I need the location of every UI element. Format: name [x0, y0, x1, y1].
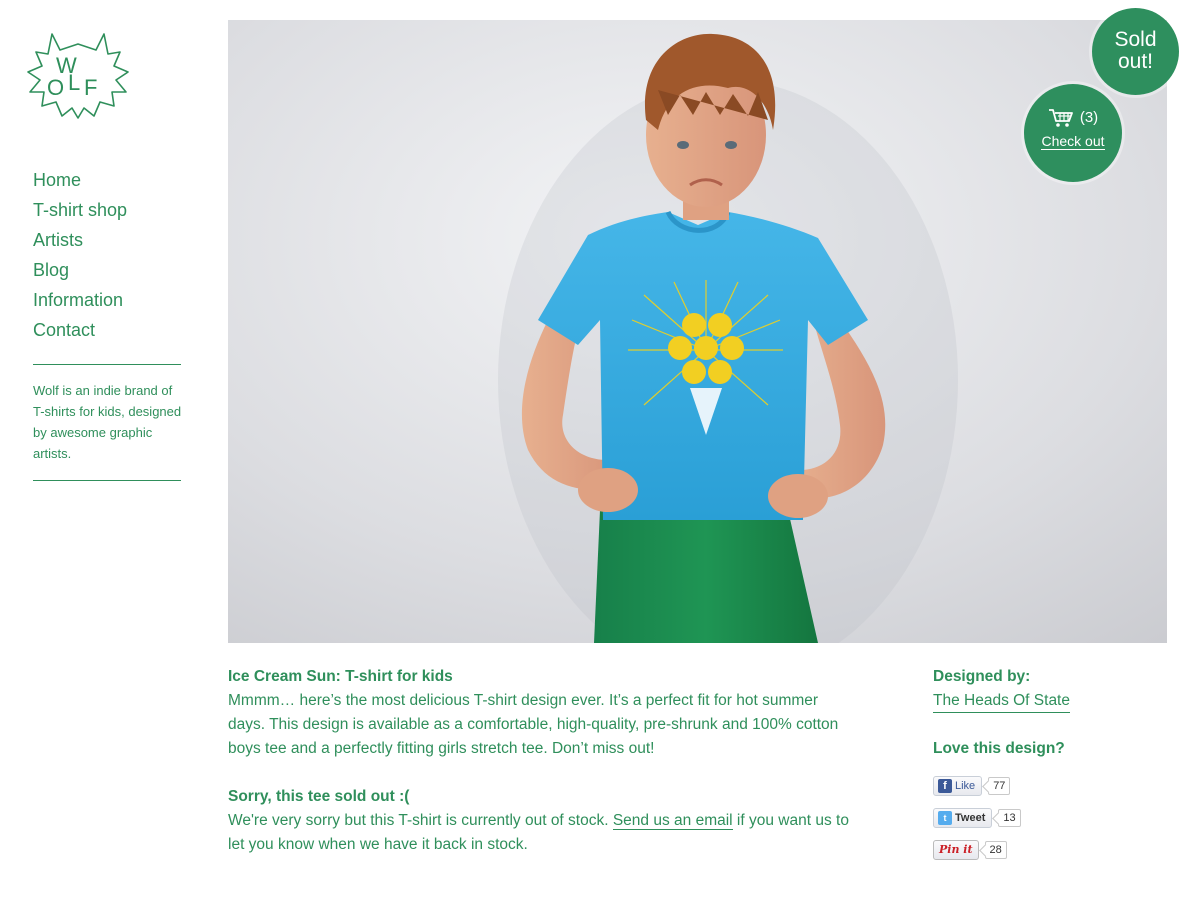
tweet-label: Tweet: [955, 812, 986, 824]
sidebar-divider-bottom: [33, 480, 181, 481]
like-count-value: 77: [993, 780, 1006, 792]
nav-item-tshirt-shop[interactable]: T-shirt shop: [33, 195, 127, 225]
designed-by-label: Designed by:: [933, 668, 1031, 685]
nav-item-home[interactable]: Home: [33, 165, 81, 195]
pin-it-button[interactable]: Pin it: [933, 840, 979, 860]
nav-item-contact[interactable]: Contact: [33, 315, 95, 345]
nav-item-blog[interactable]: Blog: [33, 255, 69, 285]
tweet-button[interactable]: t Tweet: [933, 808, 993, 828]
wolf-logo[interactable]: W O L F: [22, 28, 134, 122]
facebook-like-row: f Like 77: [933, 775, 1163, 797]
shopping-cart-icon: [1048, 109, 1073, 127]
main-nav: Home T-shirt shop Artists Blog Informati…: [33, 165, 127, 345]
email-link[interactable]: Send us an email: [612, 812, 733, 830]
nav-item-information[interactable]: Information: [33, 285, 123, 315]
pin-count: 28: [984, 841, 1007, 859]
brand-tagline: Wolf is an indie brand of T-shirts for k…: [33, 383, 182, 461]
sold-out-badge: Sold out!: [1092, 8, 1179, 95]
product-title: Ice Cream Sun: T-shirt for kids: [228, 668, 453, 685]
svg-text:O: O: [47, 75, 64, 100]
product-aside: Designed by: The Heads Of State Love thi…: [933, 665, 1163, 861]
soldout-message: We're very sorry but this T-shirt is cur…: [228, 809, 853, 857]
svg-text:L: L: [68, 70, 80, 95]
sold-out-line-1: Sold: [1114, 28, 1157, 51]
tweet-count-value: 13: [1003, 812, 1016, 824]
cart-count: (3): [1079, 109, 1099, 126]
facebook-icon: f: [938, 779, 952, 793]
tweet-count: 13: [998, 809, 1021, 827]
cart-summary: (3): [1024, 108, 1122, 128]
like-label: Like: [955, 780, 976, 792]
tweet-row: t Tweet 13: [933, 807, 1163, 829]
love-heading: Love this design?: [933, 740, 1065, 757]
like-count: 77: [988, 777, 1011, 795]
pin-count-value: 28: [989, 844, 1002, 856]
twitter-bird-icon: t: [938, 811, 952, 825]
soldout-text-before: We're very sorry but this T-shirt is cur…: [228, 812, 613, 829]
page: W O L F Home T-shirt shop Artists Blog I…: [0, 0, 1201, 904]
nav-item-artists[interactable]: Artists: [33, 225, 83, 255]
designer-link[interactable]: The Heads Of State: [933, 690, 1070, 713]
product-description: Ice Cream Sun: T-shirt for kids Mmmm… he…: [228, 665, 853, 881]
sidebar-divider-top: [33, 364, 181, 365]
sidebar: W O L F Home T-shirt shop Artists Blog I…: [0, 0, 200, 904]
soldout-heading: Sorry, this tee sold out :(: [228, 788, 410, 805]
product-body: Mmmm… here’s the most delicious T-shirt …: [228, 692, 839, 757]
cart-badge[interactable]: (3) Check out: [1024, 84, 1122, 182]
checkout-link[interactable]: Check out: [1041, 133, 1105, 150]
pin-label: Pin it: [939, 843, 973, 856]
sold-out-line-2: out!: [1117, 50, 1154, 73]
svg-text:F: F: [84, 75, 97, 100]
facebook-like-button[interactable]: f Like: [933, 776, 983, 796]
pinterest-row: Pin it 28: [933, 839, 1163, 861]
